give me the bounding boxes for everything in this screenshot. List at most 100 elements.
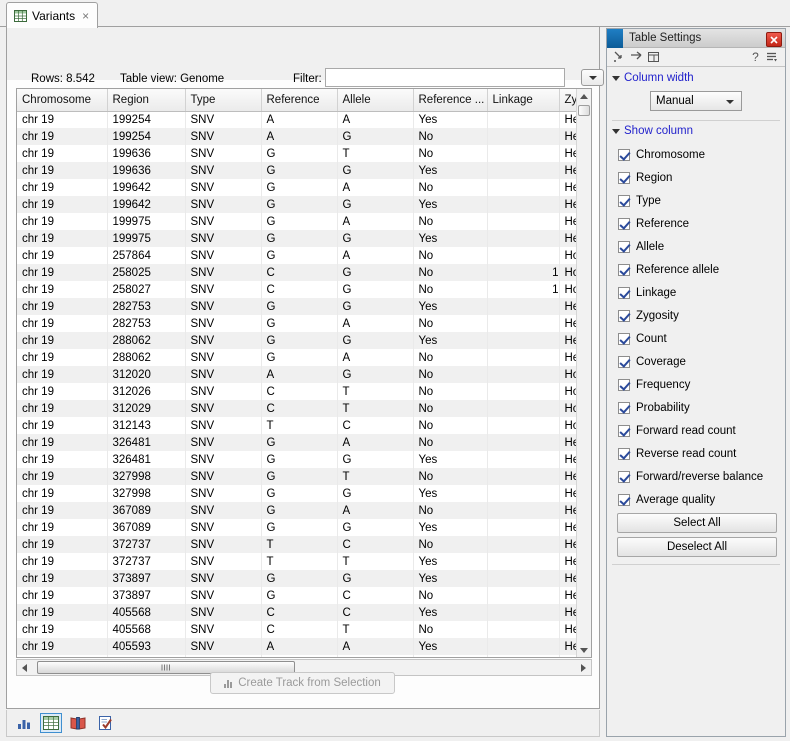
column-width-select[interactable]: Manual — [650, 91, 742, 111]
table-row[interactable]: chr 19257864SNVGANoHomozyg — [17, 247, 591, 264]
table-row[interactable]: chr 19312143SNVTCNoHomozyg — [17, 417, 591, 434]
close-icon[interactable]: × — [80, 10, 89, 22]
table-row[interactable]: chr 19373897SNVGGYesHeterozy — [17, 570, 591, 587]
table-row[interactable]: chr 19288062SNVGANoHeterozy — [17, 349, 591, 366]
table-row[interactable]: chr 19326481SNVGGYesHeterozy — [17, 451, 591, 468]
table-cell: Yes — [413, 230, 488, 247]
create-track-from-selection-button[interactable]: Create Track from Selection — [210, 672, 395, 694]
checkbox-icon[interactable] — [618, 470, 630, 483]
scroll-up-button[interactable] — [577, 89, 591, 103]
view-mode-chart-button[interactable] — [13, 713, 35, 733]
view-mode-report-button[interactable] — [94, 713, 116, 733]
table-row[interactable]: chr 19199642SNVGANoHeterozy — [17, 179, 591, 196]
checkbox-icon[interactable] — [618, 493, 630, 506]
table-row[interactable]: chr 19199254SNVAAYesHeterozy — [17, 111, 591, 128]
table-row[interactable]: chr 19405568SNVCCYesHeterozy — [17, 604, 591, 621]
show-column-item[interactable]: Linkage — [618, 281, 785, 304]
arrow-pointer-icon[interactable] — [611, 49, 628, 65]
show-column-item[interactable]: Count — [618, 327, 785, 350]
arrow-collapse-icon[interactable] — [628, 49, 645, 65]
table-row[interactable]: chr 19405568SNVCTNoHeterozy — [17, 621, 591, 638]
checkbox-icon[interactable] — [618, 240, 630, 253]
checkbox-icon[interactable] — [618, 378, 630, 391]
table-row[interactable]: chr 19258025SNVCGNo1Homozyg — [17, 264, 591, 281]
show-column-item[interactable]: Coverage — [618, 350, 785, 373]
view-mode-book-button[interactable] — [67, 713, 89, 733]
table-row[interactable]: chr 19258027SNVCGNo1Homozyg — [17, 281, 591, 298]
column-header-allele[interactable]: Allele — [337, 89, 414, 112]
panel-layout-icon[interactable] — [645, 49, 662, 65]
show-column-item[interactable]: Type — [618, 189, 785, 212]
column-header-reference-allele[interactable]: Reference ... — [413, 89, 488, 112]
checkbox-icon[interactable] — [618, 217, 630, 230]
table-row[interactable]: chr 19282753SNVGANoHeterozy — [17, 315, 591, 332]
checkbox-icon[interactable] — [618, 332, 630, 345]
checkbox-icon[interactable] — [618, 263, 630, 276]
table-row[interactable]: chr 19312026SNVCTNoHomozyg — [17, 383, 591, 400]
table-row[interactable]: chr 19326481SNVGANoHeterozy — [17, 434, 591, 451]
table-row[interactable]: chr 19405593SNVAGNoHeterozy — [17, 655, 591, 657]
checkbox-icon[interactable] — [618, 171, 630, 184]
show-column-item[interactable]: Frequency — [618, 373, 785, 396]
show-column-item[interactable]: Allele — [618, 235, 785, 258]
show-column-item[interactable]: Reverse read count — [618, 442, 785, 465]
deselect-all-button[interactable]: Deselect All — [617, 537, 777, 557]
checkbox-icon[interactable] — [618, 148, 630, 161]
table-row[interactable]: chr 19372737SNVTCNoHeterozy — [17, 536, 591, 553]
show-column-item[interactable]: Region — [618, 166, 785, 189]
checkbox-icon[interactable] — [618, 194, 630, 207]
column-header-chromosome[interactable]: Chromosome — [17, 89, 108, 112]
show-column-item[interactable]: Zygosity — [618, 304, 785, 327]
show-column-item[interactable]: Probability — [618, 396, 785, 419]
checkbox-icon[interactable] — [618, 286, 630, 299]
table-row[interactable]: chr 19199642SNVGGYesHeterozy — [17, 196, 591, 213]
view-mode-table-button[interactable] — [40, 713, 62, 733]
table-cell — [487, 145, 560, 162]
table-row[interactable]: chr 19327998SNVGTNoHeterozy — [17, 468, 591, 485]
table-vertical-scrollbar[interactable] — [576, 89, 591, 657]
filter-options-button[interactable] — [581, 69, 604, 86]
help-icon[interactable]: ? — [747, 49, 764, 65]
tab-variants[interactable]: Variants × — [6, 2, 99, 28]
checkbox-icon[interactable] — [618, 309, 630, 322]
table-row[interactable]: chr 19373897SNVGCNoHeterozy — [17, 587, 591, 604]
checkbox-icon[interactable] — [618, 401, 630, 414]
table-row[interactable]: chr 19282753SNVGGYesHeterozy — [17, 298, 591, 315]
column-header-linkage[interactable]: Linkage — [487, 89, 560, 112]
checkbox-icon[interactable] — [618, 447, 630, 460]
column-header-reference[interactable]: Reference — [261, 89, 338, 112]
table-row[interactable]: chr 19367089SNVGGYesHeterozy — [17, 519, 591, 536]
table-row[interactable]: chr 19288062SNVGGYesHeterozy — [17, 332, 591, 349]
show-column-item[interactable]: Chromosome — [618, 143, 785, 166]
show-column-item[interactable]: Forward/reverse balance — [618, 465, 785, 488]
table-row[interactable]: chr 19372737SNVTTYesHeterozy — [17, 553, 591, 570]
table-row[interactable]: chr 19312029SNVCTNoHomozyg — [17, 400, 591, 417]
table-row[interactable]: chr 19405593SNVAAYesHeterozy — [17, 638, 591, 655]
table-row[interactable]: chr 19327998SNVGGYesHeterozy — [17, 485, 591, 502]
table-row[interactable]: chr 19312020SNVAGNoHomozyg — [17, 366, 591, 383]
select-all-button[interactable]: Select All — [617, 513, 777, 533]
panel-close-button[interactable] — [766, 32, 782, 47]
show-column-item[interactable]: Reference — [618, 212, 785, 235]
table-row[interactable]: chr 19199975SNVGANoHeterozy — [17, 213, 591, 230]
show-column-item[interactable]: Average quality — [618, 488, 785, 511]
checkbox-icon[interactable] — [618, 355, 630, 368]
column-header-type[interactable]: Type — [185, 89, 262, 112]
show-column-item[interactable]: Forward read count — [618, 419, 785, 442]
list-options-icon[interactable] — [764, 49, 781, 65]
section-show-column[interactable]: Show column — [607, 121, 785, 140]
table-row[interactable]: chr 19199636SNVGGYesHeterozy — [17, 162, 591, 179]
checkbox-icon[interactable] — [618, 424, 630, 437]
table-row[interactable]: chr 19199636SNVGTNoHeterozy — [17, 145, 591, 162]
scroll-down-button[interactable] — [577, 643, 591, 657]
show-column-item[interactable]: Reference allele — [618, 258, 785, 281]
filter-input[interactable] — [325, 68, 565, 87]
column-header-region[interactable]: Region — [107, 89, 186, 112]
table-row[interactable]: chr 19199975SNVGGYesHeterozy — [17, 230, 591, 247]
section-column-width[interactable]: Column width — [607, 68, 785, 87]
table-row[interactable]: chr 19199254SNVAGNoHeterozy — [17, 128, 591, 145]
scroll-left-button[interactable] — [17, 660, 32, 675]
vertical-scroll-thumb[interactable] — [578, 105, 590, 116]
table-row[interactable]: chr 19367089SNVGANoHeterozy — [17, 502, 591, 519]
scroll-right-button[interactable] — [576, 660, 591, 675]
